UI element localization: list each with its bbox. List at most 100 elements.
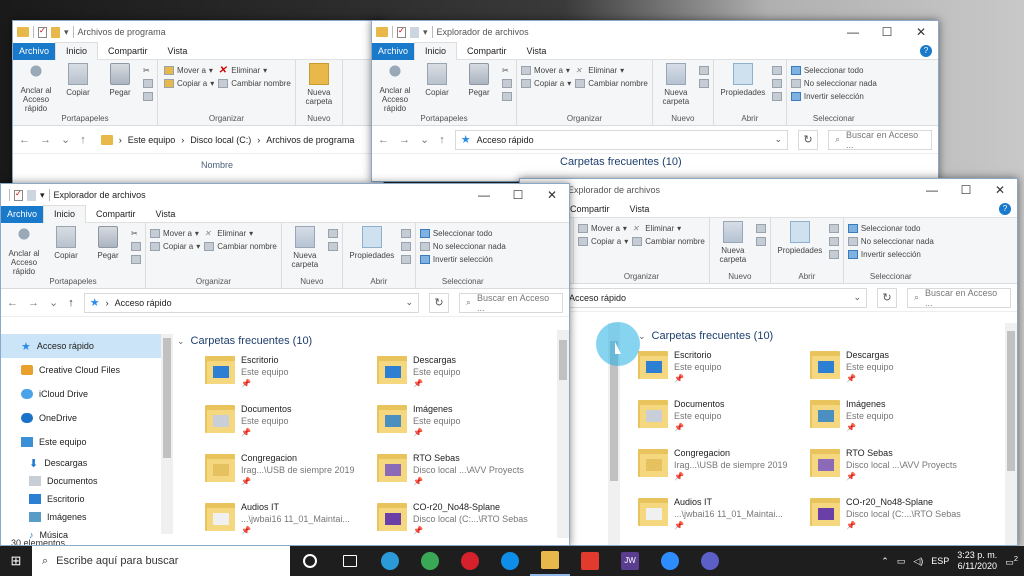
minimize-icon[interactable]: — bbox=[467, 188, 501, 202]
search-input[interactable]: ⌕ Buscar en Acceso ... bbox=[828, 129, 932, 150]
properties-button[interactable]: Propiedades bbox=[775, 221, 825, 271]
rename-button[interactable]: Cambiar nombre bbox=[218, 79, 291, 88]
folder-tile[interactable]: RTO Sebas Disco local ...\AVV Proyects 📌 bbox=[810, 445, 982, 488]
pin-icon[interactable]: 📌 bbox=[413, 525, 528, 537]
tab-home[interactable]: Inicio bbox=[414, 42, 458, 60]
folder-tile[interactable]: Audios IT ...\jwbai16 11_01_Maintai... 📌 bbox=[205, 499, 377, 542]
recent-chevron-icon[interactable]: ⌄ bbox=[49, 296, 58, 309]
pin-icon[interactable]: 📌 bbox=[241, 476, 355, 488]
taskbar-app-zoom[interactable] bbox=[650, 546, 690, 576]
taskbar-app-cortana[interactable] bbox=[290, 546, 330, 576]
pin-icon[interactable]: 📌 bbox=[413, 427, 461, 439]
new-item-icon[interactable] bbox=[327, 229, 338, 238]
pin-icon[interactable]: 📌 bbox=[674, 471, 788, 483]
copy-button[interactable]: Copiar bbox=[59, 63, 97, 113]
folder-tile[interactable]: Documentos Este equipo 📌 bbox=[638, 396, 810, 439]
title-bar[interactable]: ▾ Explorador de archivos — ☐ ✕ bbox=[372, 21, 938, 43]
move-to-button[interactable]: Mover a ▾ bbox=[578, 224, 628, 233]
pin-icon[interactable]: 📌 bbox=[846, 471, 957, 483]
close-icon[interactable]: ✕ bbox=[535, 188, 569, 202]
pin-icon[interactable]: 📌 bbox=[674, 520, 783, 532]
paste-shortcut-icon[interactable] bbox=[502, 92, 512, 101]
scroll-thumb[interactable] bbox=[1007, 331, 1015, 471]
folder-tile[interactable]: RTO Sebas Disco local ...\AVV Proyects 📌 bbox=[377, 450, 549, 493]
properties-quick-icon[interactable] bbox=[14, 189, 23, 201]
minimize-icon[interactable]: — bbox=[915, 183, 949, 197]
taskbar-app-teamviewer[interactable] bbox=[490, 546, 530, 576]
folder-tile[interactable]: Congregacion Irag...\USB de siempre 2019 📌 bbox=[205, 450, 377, 493]
back-arrow-icon[interactable]: ← bbox=[19, 134, 30, 146]
notification-icon[interactable]: ▭2 bbox=[1005, 554, 1018, 568]
cut-icon[interactable]: ✂ bbox=[143, 66, 153, 75]
folder-tile[interactable]: Escritorio Este equipo 📌 bbox=[205, 352, 377, 395]
breadcrumb-program-files[interactable]: Archivos de programa bbox=[266, 135, 354, 145]
search-input[interactable]: ⌕ Buscar en Acceso ... bbox=[459, 292, 563, 313]
copy-path-icon[interactable] bbox=[131, 242, 141, 251]
help-icon[interactable]: ? bbox=[999, 203, 1011, 215]
up-arrow-icon[interactable]: ↑ bbox=[439, 134, 445, 146]
rename-button[interactable]: Cambiar nombre bbox=[632, 237, 705, 246]
chevron-down-icon[interactable]: ⌄ bbox=[774, 134, 782, 145]
recent-chevron-icon[interactable]: ⌄ bbox=[61, 133, 70, 146]
pin-icon[interactable]: 📌 bbox=[846, 373, 894, 385]
volume-icon[interactable]: ◁) bbox=[913, 556, 923, 567]
pin-icon[interactable]: 📌 bbox=[674, 373, 722, 385]
rename-button[interactable]: Cambiar nombre bbox=[204, 242, 277, 251]
close-icon[interactable]: ✕ bbox=[904, 25, 938, 39]
copy-to-button[interactable]: Copiar a ▾ bbox=[521, 79, 571, 88]
content-scrollbar[interactable] bbox=[557, 330, 569, 538]
tab-view[interactable]: Vista bbox=[158, 43, 198, 60]
easy-access-icon[interactable] bbox=[327, 242, 338, 251]
start-button[interactable]: ⊞ bbox=[0, 546, 32, 576]
easy-access-icon[interactable] bbox=[698, 79, 709, 88]
nav-scrollbar[interactable] bbox=[161, 334, 173, 534]
paste-shortcut-icon[interactable] bbox=[143, 92, 153, 101]
chevron-down-icon[interactable]: ⌄ bbox=[853, 292, 861, 303]
paste-button[interactable]: Pegar bbox=[460, 63, 498, 113]
tab-file[interactable]: Archivo bbox=[13, 42, 56, 60]
new-folder-quick-icon[interactable] bbox=[51, 26, 60, 38]
clock[interactable]: 3:23 p. m. 6/11/2020 bbox=[957, 550, 997, 572]
tab-home[interactable]: Inicio bbox=[55, 42, 99, 60]
folder-tile[interactable]: Imágenes Este equipo 📌 bbox=[377, 401, 549, 444]
cut-icon[interactable]: ✂ bbox=[502, 66, 512, 75]
folder-tile[interactable]: Documentos Este equipo 📌 bbox=[205, 401, 377, 444]
copy-button[interactable]: Copiar bbox=[418, 63, 456, 113]
new-folder-button[interactable]: Nueva carpeta bbox=[286, 226, 324, 276]
folder-tile[interactable]: Congregacion Irag...\USB de siempre 2019 📌 bbox=[638, 445, 810, 488]
history-icon[interactable] bbox=[400, 255, 411, 264]
new-folder-button[interactable]: Nueva carpeta bbox=[657, 63, 695, 113]
refresh-button[interactable]: ↻ bbox=[877, 287, 897, 308]
history-icon[interactable] bbox=[828, 250, 839, 259]
forward-arrow-icon[interactable]: → bbox=[28, 297, 39, 309]
chevron-down-icon[interactable]: ▾ bbox=[423, 27, 428, 38]
copy-to-button[interactable]: Copiar a ▾ bbox=[164, 79, 214, 88]
properties-quick-icon[interactable] bbox=[38, 26, 47, 38]
tab-share[interactable]: Compartir bbox=[457, 43, 517, 60]
pin-icon[interactable]: 📌 bbox=[413, 476, 524, 488]
paste-button[interactable]: Pegar bbox=[89, 226, 127, 276]
scroll-thumb[interactable] bbox=[163, 338, 171, 458]
delete-button[interactable]: ✕ Eliminar ▾ bbox=[575, 66, 648, 75]
folder-tile[interactable]: Imágenes Este equipo 📌 bbox=[810, 396, 982, 439]
up-arrow-icon[interactable]: ↑ bbox=[80, 134, 86, 146]
rename-button[interactable]: Cambiar nombre bbox=[575, 79, 648, 88]
search-input[interactable]: ⌕ Buscar en Acceso ... bbox=[907, 287, 1011, 308]
back-arrow-icon[interactable]: ← bbox=[7, 297, 18, 309]
properties-button[interactable]: Propiedades bbox=[718, 63, 768, 113]
breadcrumb-this-pc[interactable]: Este equipo bbox=[128, 135, 176, 145]
folder-tile[interactable]: CO-r20_No48-Splane Disco local (C:...\RTO… bbox=[810, 494, 982, 537]
forward-arrow-icon[interactable]: → bbox=[399, 134, 410, 146]
paste-shortcut-icon[interactable] bbox=[131, 255, 141, 264]
network-icon[interactable]: ▭ bbox=[897, 556, 906, 567]
chevron-down-icon[interactable]: ▾ bbox=[64, 27, 69, 38]
history-icon[interactable] bbox=[771, 92, 782, 101]
address-input[interactable]: ★ › Acceso rápido ⌄ bbox=[83, 292, 419, 313]
copy-path-icon[interactable] bbox=[502, 79, 512, 88]
select-none-button[interactable]: No seleccionar nada bbox=[847, 237, 934, 246]
tab-share[interactable]: Compartir bbox=[98, 43, 158, 60]
minimize-icon[interactable]: — bbox=[836, 25, 870, 39]
nav-item-quick-access[interactable]: ★ Acceso rápido bbox=[1, 334, 173, 358]
invert-selection-button[interactable]: Invertir selección bbox=[847, 250, 934, 259]
address-input[interactable]: Acceso rápido ⌄ bbox=[564, 287, 867, 308]
